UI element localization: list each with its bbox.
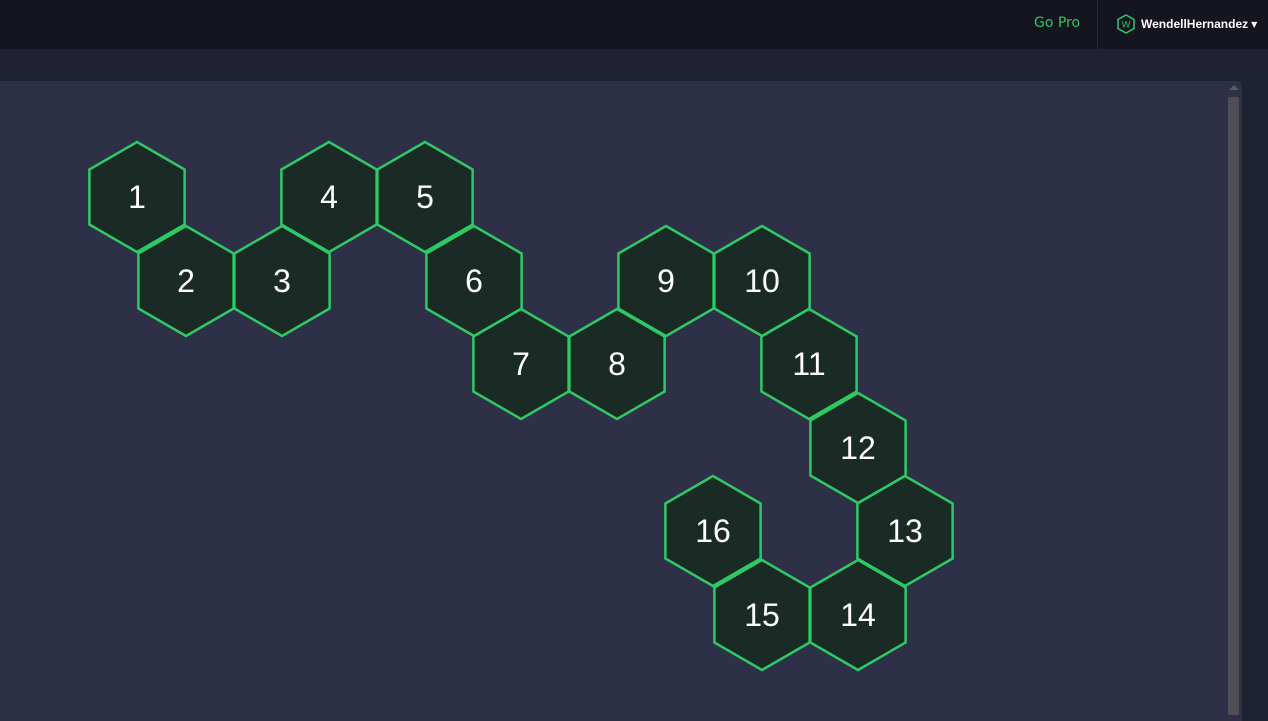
caret-down-icon: ▼ — [1251, 19, 1258, 29]
scrollbar-thumb[interactable] — [1228, 97, 1239, 715]
scroll-up-arrow-icon[interactable] — [1229, 85, 1239, 90]
hex-board: 12 34 567 89 10111213141516 — [88, 140, 954, 672]
